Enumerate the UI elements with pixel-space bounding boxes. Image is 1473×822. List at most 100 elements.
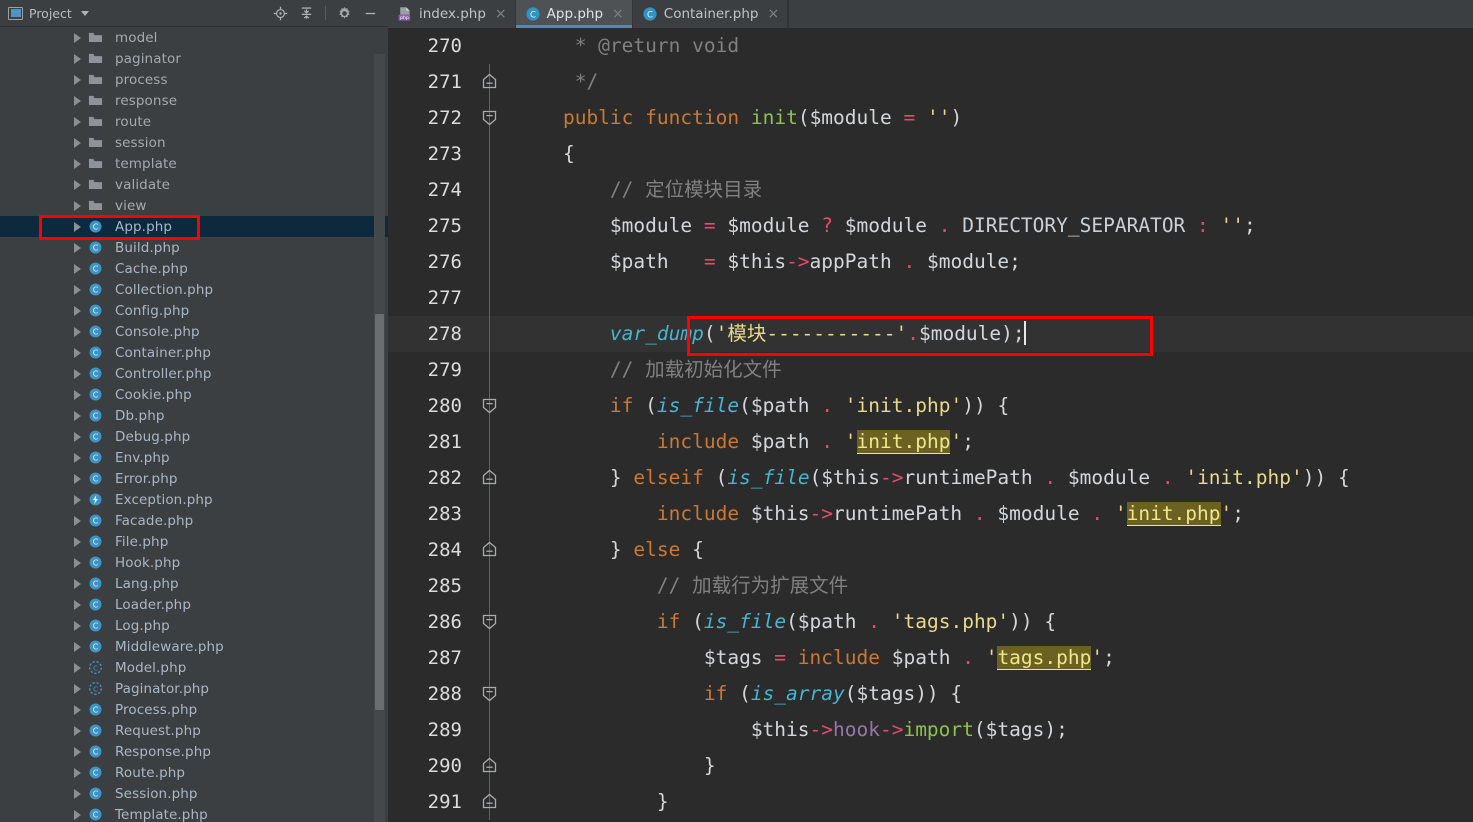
code-line-280[interactable]: 280 if (is_file($path . 'init.php')) { (388, 388, 1473, 424)
tree-item-hook-php[interactable]: C Hook.php (0, 552, 388, 573)
fold-marker-start-icon[interactable] (476, 388, 504, 424)
code-text[interactable]: } (504, 784, 1473, 820)
code-editor[interactable]: 270 * @return void 271 */272 public funct… (388, 28, 1473, 822)
expand-arrow-icon[interactable] (74, 305, 81, 316)
code-text[interactable]: // 加载行为扩展文件 (504, 568, 1473, 604)
expand-arrow-icon[interactable] (74, 242, 81, 253)
tree-item-file-php[interactable]: C File.php (0, 531, 388, 552)
tree-item-debug-php[interactable]: C Debug.php (0, 426, 388, 447)
tree-item-process-php[interactable]: C Process.php (0, 699, 388, 720)
editor-tab-container-php[interactable]: C Container.php × (633, 0, 789, 28)
code-line-278[interactable]: 278 var_dump('模块-----------'.$module); (388, 316, 1473, 356)
tree-item-config-php[interactable]: C Config.php (0, 300, 388, 321)
expand-arrow-icon[interactable] (74, 725, 81, 736)
expand-arrow-icon[interactable] (74, 473, 81, 484)
expand-arrow-icon[interactable] (74, 788, 81, 799)
fold-marker-start-icon[interactable] (476, 100, 504, 136)
editor-tab-index-php[interactable]: php index.php × (388, 0, 516, 28)
code-line-275[interactable]: 275 $module = $module ? $module . DIRECT… (388, 208, 1473, 244)
code-line-270[interactable]: 270 * @return void (388, 28, 1473, 64)
expand-arrow-icon[interactable] (74, 746, 81, 757)
expand-arrow-icon[interactable] (74, 431, 81, 442)
code-text[interactable]: var_dump('模块-----------'.$module); (504, 316, 1473, 356)
tree-item-console-php[interactable]: C Console.php (0, 321, 388, 342)
code-line-291[interactable]: 291 } (388, 784, 1473, 820)
code-text[interactable]: if (is_array($tags)) { (504, 676, 1473, 712)
fold-marker-end-icon[interactable] (476, 460, 504, 496)
tree-item-paginator-php[interactable]: C Paginator.php (0, 678, 388, 699)
code-line-289[interactable]: 289 $this->hook->import($tags); (388, 712, 1473, 748)
expand-arrow-icon[interactable] (74, 53, 81, 64)
expand-arrow-icon[interactable] (74, 284, 81, 295)
expand-arrow-icon[interactable] (74, 326, 81, 337)
tree-item-template[interactable]: template (0, 153, 388, 174)
tree-item-error-php[interactable]: C Error.php (0, 468, 388, 489)
code-text[interactable]: if (is_file($path . 'tags.php')) { (504, 604, 1473, 640)
expand-arrow-icon[interactable] (74, 200, 81, 211)
tree-item-response[interactable]: response (0, 90, 388, 111)
code-line-279[interactable]: 279 // 加载初始化文件 (388, 352, 1473, 388)
code-text[interactable]: } else { (504, 532, 1473, 568)
expand-arrow-icon[interactable] (74, 32, 81, 43)
code-line-274[interactable]: 274 // 定位模块目录 (388, 172, 1473, 208)
code-line-290[interactable]: 290 } (388, 748, 1473, 784)
tree-item-exception-php[interactable]: Exception.php (0, 489, 388, 510)
tree-item-container-php[interactable]: C Container.php (0, 342, 388, 363)
fold-marker-start-icon[interactable] (476, 676, 504, 712)
chevron-down-icon[interactable] (80, 10, 89, 16)
expand-arrow-icon[interactable] (74, 767, 81, 778)
code-line-281[interactable]: 281 include $path . 'init.php'; (388, 424, 1473, 460)
tree-item-lang-php[interactable]: C Lang.php (0, 573, 388, 594)
expand-arrow-icon[interactable] (74, 662, 81, 673)
expand-arrow-icon[interactable] (74, 536, 81, 547)
tree-item-cookie-php[interactable]: C Cookie.php (0, 384, 388, 405)
expand-arrow-icon[interactable] (74, 557, 81, 568)
code-text[interactable]: public function init($module = '') (504, 100, 1473, 136)
expand-arrow-icon[interactable] (74, 578, 81, 589)
expand-arrow-icon[interactable] (74, 221, 81, 232)
code-line-277[interactable]: 277 (388, 280, 1473, 316)
code-line-285[interactable]: 285 // 加载行为扩展文件 (388, 568, 1473, 604)
fold-marker-end-icon[interactable] (476, 784, 504, 820)
expand-arrow-icon[interactable] (74, 95, 81, 106)
code-text[interactable]: include $this->runtimePath . $module . '… (504, 496, 1473, 532)
tree-item-response-php[interactable]: C Response.php (0, 741, 388, 762)
project-scrollbar-thumb[interactable] (375, 314, 384, 710)
expand-arrow-icon[interactable] (74, 494, 81, 505)
code-text[interactable]: $this->hook->import($tags); (504, 712, 1473, 748)
tree-item-env-php[interactable]: C Env.php (0, 447, 388, 468)
expand-arrow-icon[interactable] (74, 137, 81, 148)
tree-item-loader-php[interactable]: C Loader.php (0, 594, 388, 615)
code-text[interactable]: $module = $module ? $module . DIRECTORY_… (504, 208, 1473, 244)
expand-arrow-icon[interactable] (74, 158, 81, 169)
code-text[interactable]: } (504, 748, 1473, 784)
fold-marker-end-icon[interactable] (476, 64, 504, 100)
tree-item-collection-php[interactable]: C Collection.php (0, 279, 388, 300)
tree-item-paginator[interactable]: paginator (0, 48, 388, 69)
tree-item-build-php[interactable]: C Build.php (0, 237, 388, 258)
expand-arrow-icon[interactable] (74, 683, 81, 694)
expand-arrow-icon[interactable] (74, 515, 81, 526)
expand-arrow-icon[interactable] (74, 347, 81, 358)
code-line-271[interactable]: 271 */ (388, 64, 1473, 100)
settings-gear-icon[interactable] (337, 6, 352, 21)
tree-item-validate[interactable]: validate (0, 174, 388, 195)
tree-item-session-php[interactable]: C Session.php (0, 783, 388, 804)
code-text[interactable]: */ (504, 64, 1473, 100)
expand-arrow-icon[interactable] (74, 599, 81, 610)
code-line-273[interactable]: 273 { (388, 136, 1473, 172)
expand-arrow-icon[interactable] (74, 116, 81, 127)
expand-arrow-icon[interactable] (74, 410, 81, 421)
fold-marker-end-icon[interactable] (476, 748, 504, 784)
tree-item-cache-php[interactable]: C Cache.php (0, 258, 388, 279)
expand-arrow-icon[interactable] (74, 263, 81, 274)
code-text[interactable]: $tags = include $path . 'tags.php'; (504, 640, 1473, 676)
minimize-icon[interactable] (363, 6, 378, 21)
project-title-group[interactable]: Project (8, 6, 89, 21)
code-line-283[interactable]: 283 include $this->runtimePath . $module… (388, 496, 1473, 532)
tree-item-route-php[interactable]: C Route.php (0, 762, 388, 783)
code-text[interactable]: include $path . 'init.php'; (504, 424, 1473, 460)
tree-item-middleware-php[interactable]: C Middleware.php (0, 636, 388, 657)
code-text[interactable]: // 定位模块目录 (504, 172, 1473, 208)
collapse-all-icon[interactable] (299, 6, 314, 21)
